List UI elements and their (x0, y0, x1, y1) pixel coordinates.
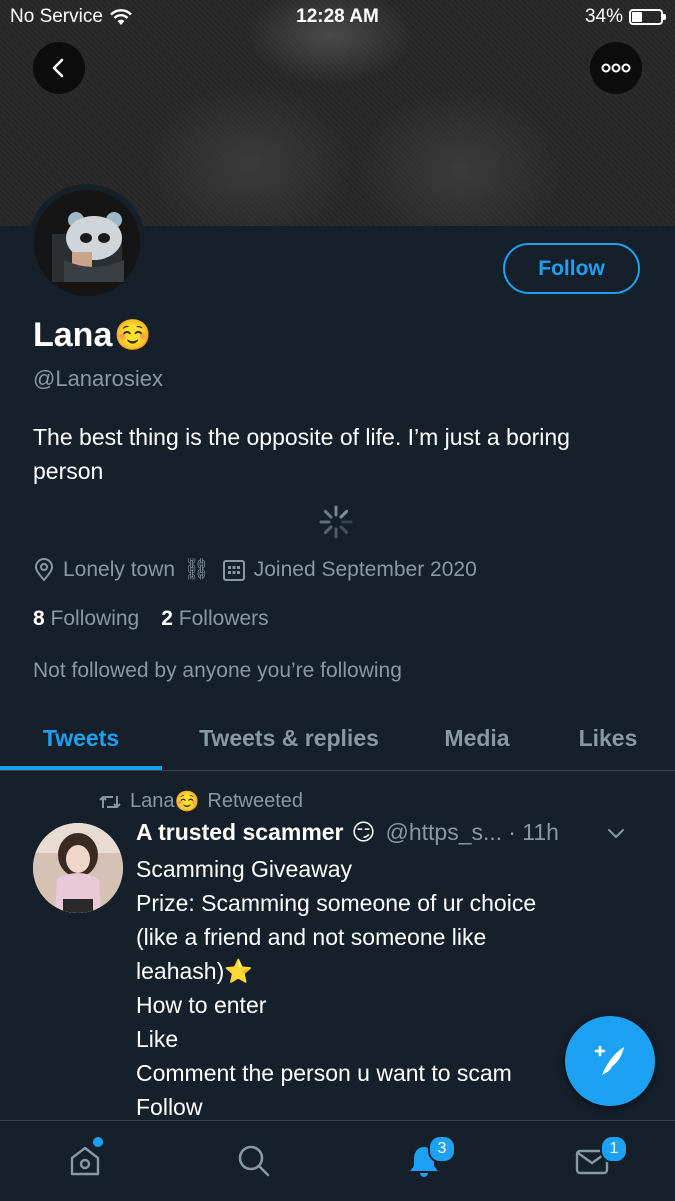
tweet-avatar-illustration (33, 823, 123, 913)
profile-avatar[interactable] (28, 184, 146, 302)
notifications-badge: 3 (428, 1135, 456, 1163)
tab-tweets[interactable]: Tweets (0, 706, 162, 770)
spinner-spoke (339, 525, 349, 535)
loading-spinner-icon (319, 505, 353, 539)
tweet-author-handle[interactable]: @https_s... (386, 819, 503, 846)
nav-home[interactable] (55, 1131, 115, 1191)
display-name-emoji: ☺️ (114, 319, 152, 352)
bottom-nav: 3 1 (0, 1120, 675, 1201)
followers-link[interactable]: 2 Followers (161, 607, 268, 631)
tweet-line: (like a friend and not someone like (136, 924, 487, 950)
tweet-line: How to enter (136, 992, 267, 1018)
battery-icon (629, 9, 666, 25)
not-followed-text: Not followed by anyone you’re following (33, 659, 402, 682)
tweet-header: A trusted scammer 😏 @https_s... · 11h (136, 819, 656, 846)
joined-text: Joined September 2020 (253, 558, 477, 581)
retweet-icon (99, 795, 121, 808)
profile-meta: Lonely town ⛓ Joined September 2020 (33, 558, 477, 582)
more-icon (601, 63, 631, 73)
nav-messages[interactable]: 1 (562, 1131, 628, 1191)
chevron-down-icon[interactable] (606, 823, 626, 843)
avatar-illustration (34, 190, 140, 296)
active-tab-indicator (0, 766, 162, 770)
display-name-text: Lana (33, 316, 113, 354)
battery-percent: 34% (584, 6, 623, 27)
follow-button[interactable]: Follow (503, 243, 640, 294)
tweet-author-name[interactable]: A trusted scammer (136, 819, 344, 846)
more-button[interactable] (590, 42, 642, 94)
following-count: 8 (33, 607, 45, 630)
profile-bio: The best thing is the opposite of life. … (33, 424, 570, 484)
retweet-context: Lana ☺️ Retweeted (98, 789, 303, 814)
display-name: Lana ☺️ (33, 316, 152, 355)
retweeter-emoji: ☺️ (174, 791, 200, 813)
tweet-line: leahash)⭐ (136, 958, 253, 984)
battery-fill (632, 12, 642, 22)
back-button[interactable] (33, 42, 85, 94)
search-icon (238, 1145, 270, 1177)
spinner-spoke (339, 509, 349, 519)
retweeter-name: Lana (130, 790, 175, 812)
messages-badge: 1 (600, 1135, 628, 1163)
spinner-spoke (323, 509, 333, 519)
compose-icon (594, 1045, 624, 1075)
following-link[interactable]: 8 Following (33, 607, 139, 631)
follow-stats: 8 Following 2 Followers (33, 607, 269, 631)
tweet-line: Prize: Scamming someone of ur choice (136, 890, 537, 916)
status-time: 12:28 AM (296, 6, 379, 27)
avatar-image (34, 190, 140, 296)
followers-count: 2 (161, 607, 173, 630)
status-right: 34% (584, 6, 666, 28)
status-bar: No Service 12:28 AM 34% (0, 0, 675, 34)
tweet-author-emoji: 😏 (351, 819, 376, 845)
profile-tabs: Tweets Tweets & replies Media Likes (0, 706, 675, 771)
tab-likes[interactable]: Likes (556, 706, 660, 770)
tweet-timestamp: · 11h (508, 819, 559, 845)
back-icon (52, 58, 64, 78)
location-emoji: ⛓ (183, 558, 210, 581)
followers-label: Followers (178, 607, 269, 630)
calendar-icon (222, 560, 245, 581)
tweet-author-avatar[interactable] (33, 823, 123, 913)
location-icon (34, 558, 54, 582)
profile-handle: @Lanarosiex (33, 366, 163, 391)
tab-tweets-replies[interactable]: Tweets & replies (172, 706, 406, 770)
nav-search[interactable] (224, 1131, 284, 1191)
spinner-spoke (323, 525, 333, 535)
following-label: Following (50, 607, 140, 630)
location-text: Lonely town (63, 558, 176, 581)
home-new-indicator (91, 1135, 105, 1149)
tab-media[interactable]: Media (420, 706, 534, 770)
retweeted-label: Retweeted (207, 790, 304, 812)
compose-tweet-button[interactable] (565, 1016, 655, 1106)
nav-notifications[interactable]: 3 (394, 1131, 456, 1191)
tweet-line: Scamming Giveaway (136, 856, 353, 882)
